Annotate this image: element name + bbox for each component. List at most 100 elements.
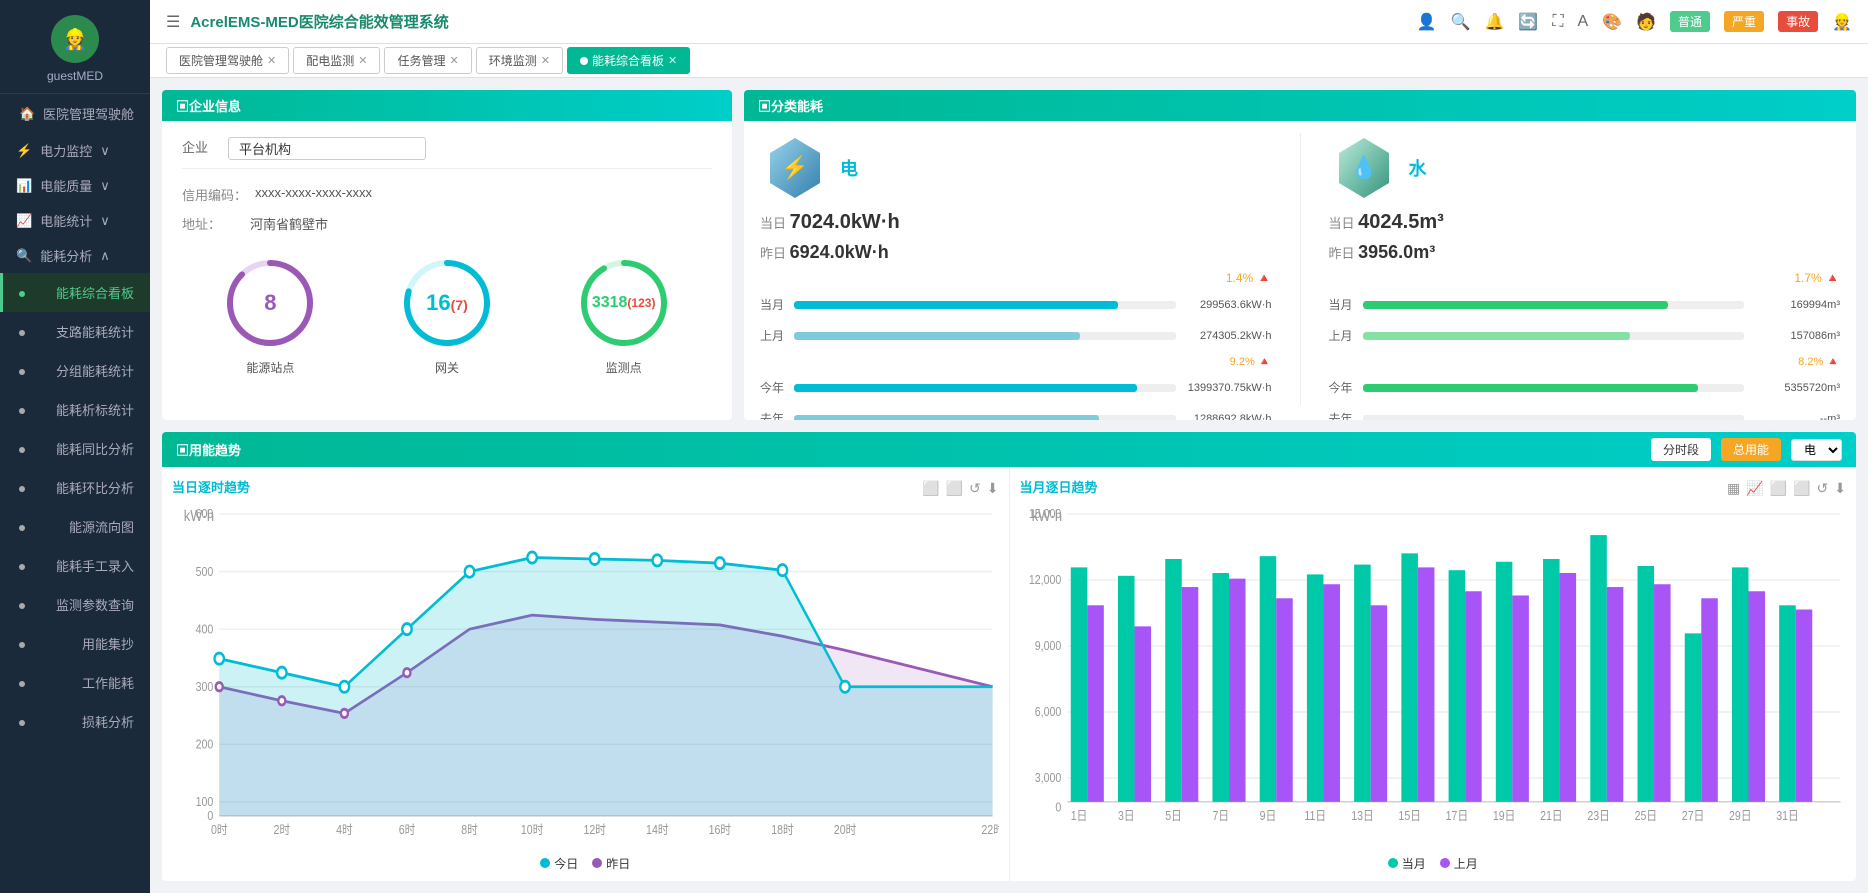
svg-text:23日: 23日 <box>1587 809 1609 823</box>
search-icon[interactable]: 🔍 <box>1451 12 1471 32</box>
skin-icon[interactable]: 🎨 <box>1602 12 1622 32</box>
sidebar-item-mom[interactable]: 能耗环比分析 <box>0 468 150 507</box>
tab-close[interactable]: ✕ <box>449 54 458 67</box>
sidebar-item-stats[interactable]: 📈 电能统计 ∨ <box>0 203 150 238</box>
tab-task[interactable]: 任务管理 ✕ <box>384 47 471 74</box>
svg-text:9,000: 9,000 <box>1034 639 1061 653</box>
fullscreen-icon[interactable]: ⛶ <box>1552 13 1563 31</box>
bell-icon[interactable]: 🔔 <box>1484 12 1504 32</box>
svg-text:200: 200 <box>196 738 214 752</box>
tab-close[interactable]: ✕ <box>267 54 276 67</box>
sidebar-item-collection[interactable]: 用能集抄 <box>0 624 150 663</box>
svg-text:6,000: 6,000 <box>1034 705 1061 719</box>
badge-normal[interactable]: 普通 <box>1670 11 1710 32</box>
tab-close[interactable]: ✕ <box>541 54 550 67</box>
electricity-today: 7024.0kW·h <box>790 211 900 233</box>
left-chart-svg: kW·h 600 500 400 <box>172 500 999 851</box>
sidebar-item-power[interactable]: ⚡ 电力监控 ∨ <box>0 133 150 168</box>
left-chart-legend: 今日 昨日 <box>172 855 999 872</box>
company-tabs: 企业 <box>182 137 712 169</box>
avatar-icon[interactable]: 👷 <box>1832 12 1852 32</box>
svg-text:14时: 14时 <box>646 823 669 837</box>
svg-text:0: 0 <box>1055 801 1061 815</box>
platform-input[interactable] <box>228 137 426 160</box>
tab-company[interactable]: 企业 <box>182 137 208 160</box>
chart-expand2-icon[interactable]: ⬜ <box>1770 480 1787 497</box>
tab-power[interactable]: 配电监测 ✕ <box>293 47 380 74</box>
right-chart-tools[interactable]: ▦ 📈 ⬜ ⬜ ↺ ⬇ <box>1727 480 1846 497</box>
user-icon[interactable]: 👤 <box>1417 12 1437 32</box>
sidebar-item-branch[interactable]: 支路能耗统计 <box>0 312 150 351</box>
right-chart-title: 当月逐日趋势 <box>1020 477 1098 496</box>
chart-download2-icon[interactable]: ⬇ <box>1834 480 1846 497</box>
sidebar-item-dashboard[interactable]: 🏠 医院管理驾驶舱 <box>0 94 150 133</box>
chart-refresh2-icon[interactable]: ↺ <box>1817 480 1829 497</box>
svg-text:⚡: ⚡ <box>781 155 808 181</box>
circle-label-3: 监测点 <box>574 359 674 376</box>
elec-year-value: 1399370.75kW·h <box>1182 382 1272 394</box>
chart-download-icon[interactable]: ⬇ <box>987 480 999 497</box>
header-icons: 👤 🔍 🔔 🔄 ⛶ A 🎨 🧑 普通 严重 事故 👷 <box>1417 11 1852 32</box>
left-chart-title: 当日逐时趋势 <box>172 477 250 496</box>
top-row: ▣企业信息 企业 信用编码： xxxx-xxxx-xxxx-xxxx 地址： 河… <box>162 90 1856 420</box>
svg-text:7日: 7日 <box>1212 809 1229 823</box>
electricity-yesterday: 6924.0kW·h <box>790 242 889 262</box>
tab-close-active[interactable]: ✕ <box>668 54 677 67</box>
chart-minimize2-icon[interactable]: ⬜ <box>1793 480 1810 497</box>
water-lastmonth-value: 157086m³ <box>1750 330 1840 342</box>
tab-dashboard[interactable]: 医院管理驾驶舱 ✕ <box>166 47 289 74</box>
right-chart-area: kW·h 15,000 12,000 <box>1020 500 1847 851</box>
svg-text:8时: 8时 <box>461 823 478 837</box>
electricity-bar-year: 今年 1399370.75kW·h <box>760 379 1272 396</box>
svg-text:22时: 22时 <box>981 823 998 837</box>
chart-minimize-icon[interactable]: ⬜ <box>946 480 963 497</box>
circle-gateway: 16(7) 网关 <box>397 253 497 376</box>
sidebar-item-loss[interactable]: 损耗分析 <box>0 702 150 741</box>
font-icon[interactable]: A <box>1578 13 1589 31</box>
sidebar-item-yoy[interactable]: 能耗同比分析 <box>0 429 150 468</box>
svg-text:💧: 💧 <box>1350 155 1377 180</box>
company-body: 企业 信用编码： xxxx-xxxx-xxxx-xxxx 地址： 河南省鹤壁市 <box>162 121 732 392</box>
person-icon[interactable]: 🧑 <box>1636 12 1656 32</box>
sidebar-item-manual[interactable]: 能耗手工录入 <box>0 546 150 585</box>
menu-icon[interactable]: ☰ <box>166 12 180 32</box>
btn-total[interactable]: 总用能 <box>1721 438 1781 461</box>
right-chart: 当月逐日趋势 ▦ 📈 ⬜ ⬜ ↺ ⬇ <box>1010 467 1857 881</box>
chart-expand-icon[interactable]: ⬜ <box>922 480 939 497</box>
sidebar-item-group[interactable]: 分组能耗统计 <box>0 351 150 390</box>
circle-num-2: 16(7) <box>426 290 468 316</box>
sidebar-item-kanban[interactable]: 能耗综合看板 <box>0 273 150 312</box>
right-chart-legend: 当月 上月 <box>1020 855 1847 872</box>
sidebar-item-flow[interactable]: 能源流向图 <box>0 507 150 546</box>
sidebar-item-workenergy[interactable]: 工作能耗 <box>0 663 150 702</box>
sidebar-item-query[interactable]: 监测参数查询 <box>0 585 150 624</box>
energy-type-select[interactable]: 电 水 <box>1791 439 1842 461</box>
svg-text:12,000: 12,000 <box>1028 573 1061 587</box>
company-panel: ▣企业信息 企业 信用编码： xxxx-xxxx-xxxx-xxxx 地址： 河… <box>162 90 732 420</box>
sidebar-item-quality[interactable]: 📊 电能质量 ∨ <box>0 168 150 203</box>
chart-line-icon[interactable]: 📈 <box>1746 480 1763 497</box>
svg-text:0: 0 <box>207 809 213 823</box>
refresh-icon[interactable]: 🔄 <box>1518 12 1538 32</box>
chart-bar-icon[interactable]: ▦ <box>1727 480 1740 497</box>
sidebar-item-benchmark[interactable]: 能耗析标统计 <box>0 390 150 429</box>
tab-close[interactable]: ✕ <box>358 54 367 67</box>
btn-segment[interactable]: 分时段 <box>1651 438 1711 461</box>
content-area: ▣企业信息 企业 信用编码： xxxx-xxxx-xxxx-xxxx 地址： 河… <box>150 78 1868 893</box>
left-chart-tools[interactable]: ⬜ ⬜ ↺ ⬇ <box>922 480 998 497</box>
svg-text:31日: 31日 <box>1776 809 1798 823</box>
badge-accident[interactable]: 事故 <box>1778 11 1818 32</box>
main-content: ☰ AcrelEMS-MED医院综合能效管理系统 👤 🔍 🔔 🔄 ⛶ A 🎨 🧑… <box>150 0 1868 893</box>
energy-electricity: ⚡ 电 当日 7024.0kW·h 昨日 <box>760 133 1272 405</box>
electricity-icon-row: ⚡ 电 <box>760 133 1272 203</box>
address-field: 地址： 河南省鹤壁市 <box>182 214 712 233</box>
bottom-row: ▣用能趋势 分时段 总用能 电 水 当日逐时趋势 <box>162 432 1856 881</box>
tab-kanban[interactable]: 能耗综合看板 ✕ <box>567 47 690 74</box>
tab-env[interactable]: 环境监测 ✕ <box>476 47 563 74</box>
circle-wrap-1: 8 <box>220 253 320 353</box>
chart-refresh-icon[interactable]: ↺ <box>969 480 981 497</box>
elec-lastmonth-value: 274305.2kW·h <box>1182 330 1272 342</box>
sidebar-item-analysis[interactable]: 🔍 能耗分析 ∧ <box>0 238 150 273</box>
electricity-change: 1.4% 🔺 <box>760 271 1272 285</box>
badge-serious[interactable]: 严重 <box>1724 11 1764 32</box>
